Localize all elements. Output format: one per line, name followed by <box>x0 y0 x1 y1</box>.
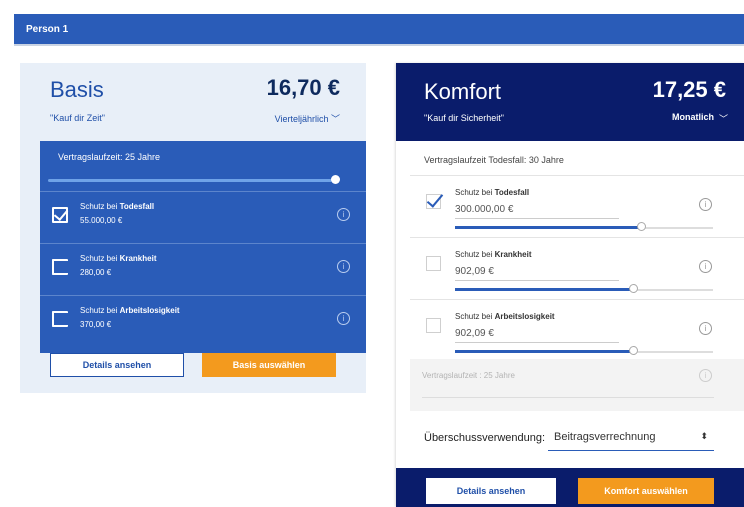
komfort-details-button[interactable]: Details ansehen <box>426 478 556 504</box>
checkbox-checked-icon[interactable] <box>52 207 68 223</box>
basis-option-todesfall[interactable]: Schutz bei Todesfall 55.000,00 € i <box>40 191 366 243</box>
basis-option-amount: 280,00 € <box>80 268 112 277</box>
komfort-option-amount-input[interactable]: 902,09 € <box>455 266 494 277</box>
basis-price: 16,70 € <box>266 75 340 100</box>
komfort-option-todesfall[interactable]: Schutz bei Todesfall 300.000,00 € i <box>410 175 744 237</box>
basis-frequency-select[interactable]: Vierteljährlich ﹀ <box>275 112 340 125</box>
info-icon[interactable]: i <box>699 198 712 211</box>
basis-title: Basis <box>50 77 104 102</box>
basis-option-label: Schutz bei Krankheit <box>80 254 157 263</box>
komfort-slider-handle[interactable] <box>629 346 638 355</box>
komfort-select-button[interactable]: Komfort auswählen <box>578 478 714 504</box>
info-icon[interactable]: i <box>337 260 350 273</box>
komfort-term: Vertragslaufzeit Todesfall: 30 Jahre <box>424 155 564 165</box>
komfort-footer: Details ansehen Komfort auswählen <box>396 468 744 507</box>
info-icon[interactable]: i <box>699 260 712 273</box>
komfort-option-amount-input[interactable]: 902,09 € <box>455 328 494 339</box>
komfort-option-label: Schutz bei Todesfall <box>455 188 530 197</box>
checkbox-icon[interactable] <box>52 259 68 275</box>
basis-term-slider-handle[interactable] <box>331 175 340 184</box>
basis-slogan: "Kauf dir Zeit" <box>50 113 105 123</box>
basis-option-label: Schutz bei Todesfall <box>80 202 155 211</box>
basis-details-button[interactable]: Details ansehen <box>50 353 184 377</box>
info-icon[interactable]: i <box>337 208 350 221</box>
chevron-down-icon[interactable]: ﹀ <box>719 112 728 125</box>
komfort-disabled-term-label: Vertragslaufzeit : 25 Jahre <box>422 371 515 380</box>
basis-frequency-label: Vierteljährlich <box>274 114 329 124</box>
komfort-option-amount-input[interactable]: 300.000,00 € <box>455 204 513 215</box>
info-icon[interactable]: i <box>337 312 350 325</box>
person-tab[interactable]: Person 1 <box>14 14 744 44</box>
surplus-select-value: Beitragsverrechnung <box>554 431 656 443</box>
komfort-slider-fill <box>455 288 633 291</box>
checkbox-icon[interactable] <box>426 318 441 333</box>
surplus-select[interactable]: Beitragsverrechnung ⬍ <box>548 425 714 451</box>
komfort-option-label: Schutz bei Arbeitslosigkeit <box>455 312 555 321</box>
disabled-slider-track <box>422 397 714 398</box>
chevron-down-icon: ﹀ <box>330 114 340 124</box>
tab-divider <box>14 44 744 46</box>
komfort-slider-fill <box>455 350 633 353</box>
komfort-frequency-select[interactable]: Monatlich <box>672 112 714 122</box>
surplus-label: Überschussverwendung: <box>424 432 546 444</box>
komfort-slider-handle[interactable] <box>637 222 646 231</box>
komfort-slogan: "Kauf dir Sicherheit" <box>424 113 504 123</box>
basis-term-slider[interactable] <box>48 179 332 182</box>
basis-option-arbeitslosigkeit[interactable]: Schutz bei Arbeitslosigkeit 370,00 € i <box>40 295 366 347</box>
basis-option-amount: 55.000,00 € <box>80 216 123 225</box>
basis-select-button[interactable]: Basis auswählen <box>202 353 336 377</box>
basis-option-amount: 370,00 € <box>80 320 112 329</box>
person-label: Person 1 <box>26 24 69 35</box>
komfort-header: Komfort 17,25 € "Kauf dir Sicherheit" Mo… <box>396 63 744 141</box>
checkbox-icon[interactable] <box>426 256 441 271</box>
basis-header: Basis 16,70 € "Kauf dir Zeit" Vierteljäh… <box>20 63 366 141</box>
basis-option-label: Schutz bei Arbeitslosigkeit <box>80 306 180 315</box>
komfort-card: Komfort 17,25 € "Kauf dir Sicherheit" Mo… <box>396 63 744 507</box>
basis-option-krankheit[interactable]: Schutz bei Krankheit 280,00 € i <box>40 243 366 295</box>
komfort-slider-handle[interactable] <box>629 284 638 293</box>
checkbox-checked-icon[interactable] <box>426 194 441 209</box>
basis-card: Basis 16,70 € "Kauf dir Zeit" Vierteljäh… <box>20 63 366 393</box>
info-icon: i <box>699 369 712 382</box>
basis-term: Vertragslaufzeit: 25 Jahre <box>58 152 161 162</box>
komfort-disabled-term: Vertragslaufzeit : 25 Jahre i <box>410 359 744 411</box>
input-underline <box>455 342 619 343</box>
info-icon[interactable]: i <box>699 322 712 335</box>
komfort-option-arbeitslosigkeit[interactable]: Schutz bei Arbeitslosigkeit 902,09 € i <box>410 299 744 361</box>
komfort-option-krankheit[interactable]: Schutz bei Krankheit 902,09 € i <box>410 237 744 299</box>
komfort-option-label: Schutz bei Krankheit <box>455 250 532 259</box>
checkbox-icon[interactable] <box>52 311 68 327</box>
komfort-slider-fill <box>455 226 641 229</box>
input-underline <box>455 280 619 281</box>
komfort-title: Komfort <box>424 79 502 104</box>
input-underline <box>455 218 619 219</box>
select-arrows-icon: ⬍ <box>700 431 708 441</box>
komfort-price: 17,25 € <box>652 77 726 102</box>
